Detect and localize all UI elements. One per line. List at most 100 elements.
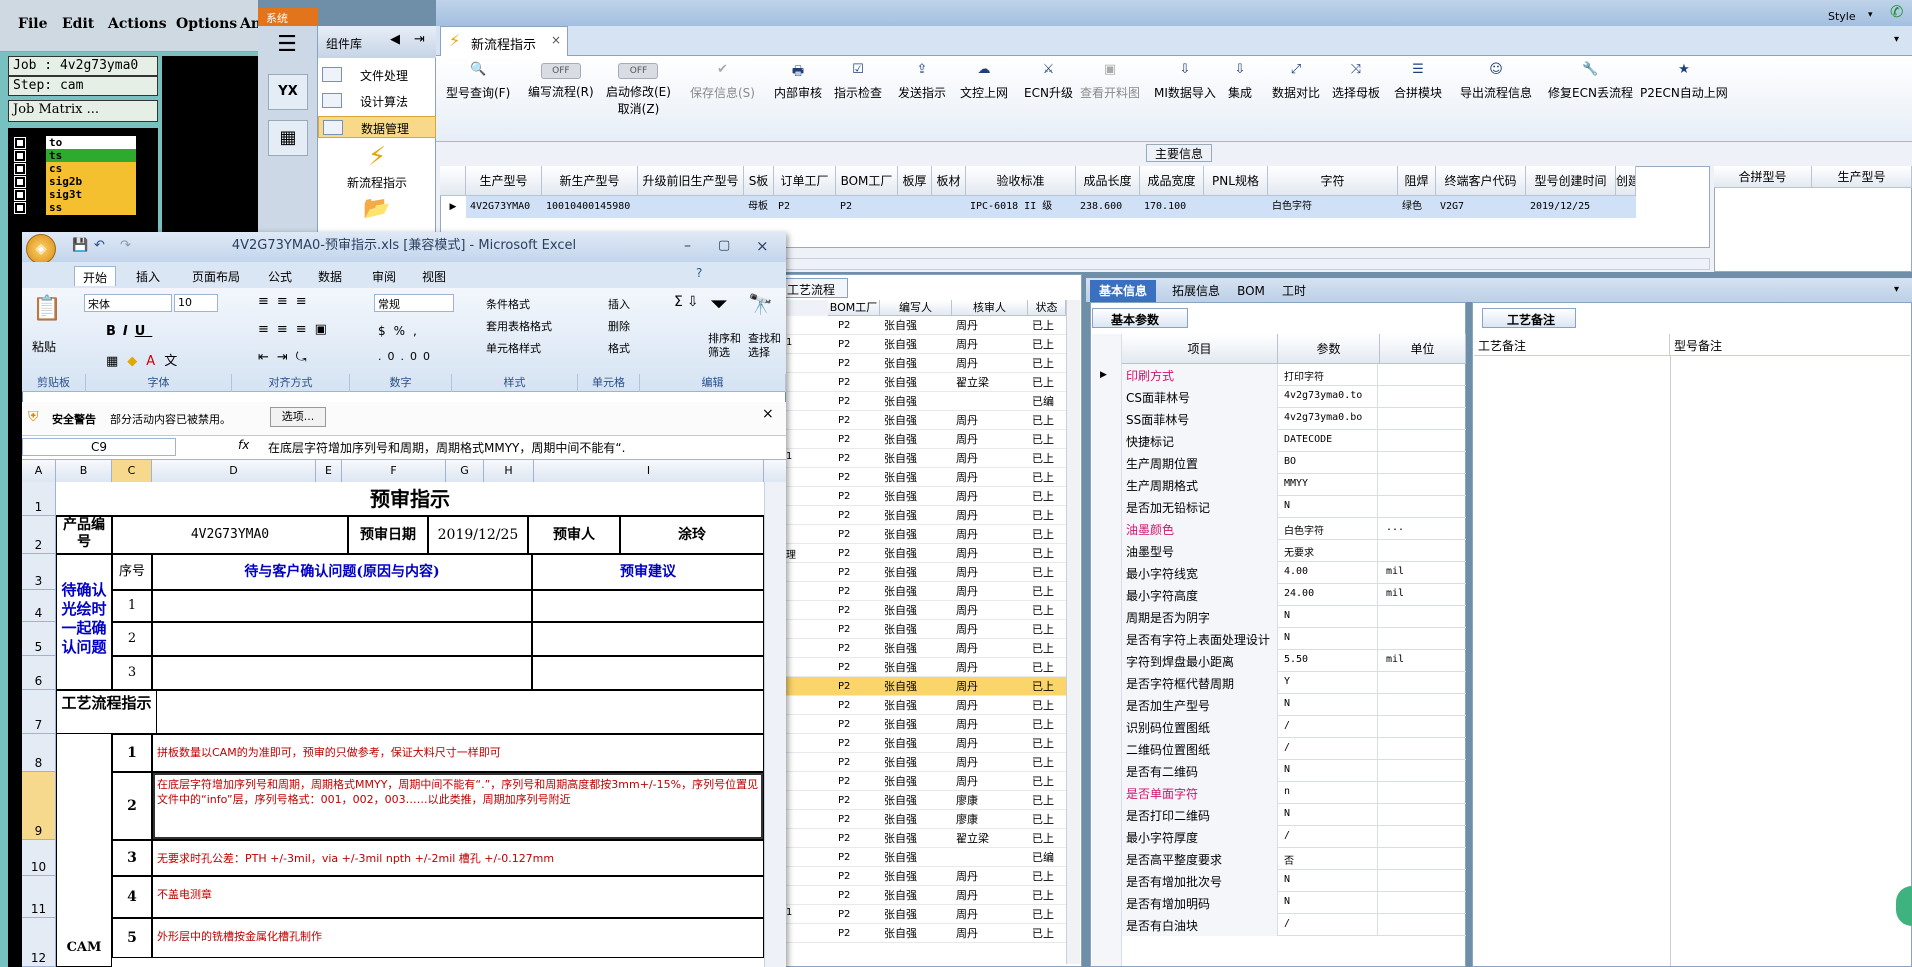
sort-filter-icon[interactable]: ⏷ (710, 292, 728, 317)
options-button[interactable]: 选项... (270, 407, 326, 427)
new-process-label[interactable]: 新流程指示 (318, 174, 436, 191)
sheet-cell[interactable]: 预审日期 (348, 516, 428, 554)
ribbon-button[interactable]: ☺ 导出流程信息 (1460, 62, 1532, 101)
param-row[interactable]: 快捷标记 DATECODE (1122, 430, 1466, 452)
main-cell[interactable]: 238.600 (1076, 196, 1140, 218)
main-col-header[interactable]: 成品宽度 (1140, 166, 1204, 196)
param-value[interactable]: Y (1280, 672, 1378, 694)
close-icon[interactable]: × (756, 232, 769, 260)
sheet-cell[interactable]: 4V2G73YMA0 (112, 516, 348, 554)
close-icon[interactable]: × (762, 406, 774, 422)
sheet-cell[interactable]: 不盖电测章 (152, 876, 764, 918)
help-icon[interactable]: ? (696, 266, 702, 280)
ribbon-button[interactable]: OFF 编写流程(R) (528, 62, 594, 100)
param-value[interactable]: / (1280, 738, 1378, 760)
param-value[interactable]: N (1280, 496, 1378, 518)
number-buttons[interactable]: $%, (378, 324, 425, 338)
tab-new-process[interactable]: ⚡ 新流程指示 × (440, 26, 568, 56)
main-cell[interactable]: 母板 (744, 196, 774, 218)
font-name-select[interactable]: 宋体 (84, 294, 172, 312)
param-row[interactable]: 最小字符高度 24.00 mil (1122, 584, 1466, 606)
main-cell[interactable]: 白色字符 (1268, 196, 1398, 218)
comp-item-data[interactable]: 数据管理 (318, 116, 436, 138)
param-value[interactable]: BO (1280, 452, 1378, 474)
ribbon-button[interactable]: ✔ 保存信息(S) (690, 62, 755, 101)
sheet-cell[interactable]: 3 (112, 840, 152, 876)
param-row[interactable]: 油墨型号 无要求 (1122, 540, 1466, 562)
layer-checkbox[interactable] (14, 202, 26, 214)
detail-tab[interactable]: 拓展信息 (1164, 280, 1228, 302)
paste-label[interactable]: 粘贴 (32, 338, 56, 355)
param-row[interactable]: 油墨颜色 白色字符... (1122, 518, 1466, 540)
sheet-cell[interactable]: 2 (112, 772, 152, 840)
param-value[interactable]: / (1280, 914, 1378, 936)
excel-tab[interactable]: 页面布局 (184, 266, 248, 286)
param-row[interactable]: 周期是否为阴字 N (1122, 606, 1466, 628)
main-col-header[interactable]: 生产型号 (466, 166, 542, 196)
chevron-down-icon[interactable]: ▾ (1894, 34, 1899, 45)
param-row[interactable]: 二维码位置图纸 / (1122, 738, 1466, 760)
comp-item-file[interactable]: 文件处理 (318, 64, 436, 86)
row-header[interactable]: 12 (22, 918, 56, 967)
column-header[interactable]: F (342, 460, 446, 482)
detail-tab[interactable]: 工时 (1274, 280, 1314, 302)
param-value[interactable]: 否 (1280, 848, 1378, 870)
param-row[interactable]: 识别码位置图纸 / (1122, 716, 1466, 738)
param-value[interactable]: N (1280, 892, 1378, 914)
table-format-button[interactable]: 套用表格格式 (486, 318, 552, 334)
ribbon-button[interactable]: ▣ 查看开料图 (1080, 62, 1140, 101)
cell-style-button[interactable]: 单元格样式 (486, 340, 541, 356)
param-value[interactable]: / (1280, 826, 1378, 848)
sheet-cell[interactable]: 外形层中的铣槽按金属化槽孔制作 (152, 918, 764, 958)
align-buttons[interactable]: ≡≡≡▣ (258, 322, 335, 337)
fx-icon[interactable]: fx (238, 438, 249, 452)
main-cell[interactable] (1204, 196, 1268, 218)
row-header[interactable]: 9 (22, 772, 56, 840)
main-cell[interactable]: V2G7 (1436, 196, 1526, 218)
sheet-cell[interactable]: 1 (112, 734, 152, 772)
ribbon-button[interactable]: ⇪ 发送指示 (898, 62, 946, 101)
param-row[interactable]: 是否加生产型号 N (1122, 694, 1466, 716)
main-cell[interactable] (1616, 196, 1636, 218)
sheet-cell[interactable]: 产品编号 (56, 516, 112, 554)
param-value[interactable]: MMYY (1280, 474, 1378, 496)
sheet-cell[interactable]: 待确认光绘时一起确认问题 (56, 554, 112, 690)
param-value[interactable]: 4.00 (1280, 562, 1378, 584)
main-col-header[interactable]: PNL规格 (1204, 166, 1268, 196)
sheet-cell[interactable]: 待与客户确认问题(原因与内容) (152, 554, 532, 590)
param-value[interactable]: 24.00 (1280, 584, 1378, 606)
redo-icon[interactable]: ↷ (120, 232, 131, 260)
find-icon[interactable]: 🔭 (748, 292, 773, 316)
decimal-buttons[interactable]: .0.00 (378, 350, 436, 363)
align-top-buttons[interactable]: ≡≡≡ (258, 294, 315, 309)
row-header[interactable]: 3 (22, 554, 56, 590)
vertical-scrollbar[interactable] (1066, 300, 1080, 964)
ribbon-button[interactable]: ⚔ ECN升级 (1024, 62, 1073, 101)
detail-tab[interactable]: BOM (1232, 280, 1270, 302)
ribbon-button[interactable]: ⤨ 选择母板 (1332, 62, 1380, 101)
param-row[interactable]: 是否有二维码 N (1122, 760, 1466, 782)
row-header[interactable]: 6 (22, 656, 56, 690)
indent-buttons[interactable]: ⇤⇥⤿ (258, 350, 315, 365)
row-header[interactable]: 10 (22, 840, 56, 876)
ribbon-button[interactable]: ☑ 指示检查 (834, 62, 882, 101)
main-col-header[interactable]: 板厚 (898, 166, 932, 196)
excel-tab[interactable]: 数据 (310, 266, 350, 286)
main-col-header[interactable]: 型号创建时间 (1526, 166, 1616, 196)
param-value[interactable]: 无要求 (1280, 540, 1378, 562)
calculator-icon[interactable]: ▦ (268, 120, 308, 156)
ribbon-button[interactable]: ★ P2ECN自动上网 (1640, 62, 1728, 101)
param-row[interactable]: 是否有增加明码 N (1122, 892, 1466, 914)
column-header[interactable]: B (56, 460, 112, 482)
ribbon-button[interactable]: 🔧 修复ECN丢流程 (1548, 62, 1633, 101)
sheet-cell[interactable]: 1 (112, 590, 152, 622)
main-col-header[interactable]: 板材 (932, 166, 966, 196)
param-value[interactable]: N (1280, 804, 1378, 826)
row-header[interactable]: 4 (22, 590, 56, 622)
style-menu[interactable]: Style (1828, 10, 1856, 23)
sheet-title[interactable]: 预审指示 (56, 482, 764, 516)
param-value[interactable]: 5.50 (1280, 650, 1378, 672)
main-cell[interactable]: 170.100 (1140, 196, 1204, 218)
row-header[interactable]: 8 (22, 734, 56, 772)
main-col-header[interactable]: S板 (744, 166, 774, 196)
